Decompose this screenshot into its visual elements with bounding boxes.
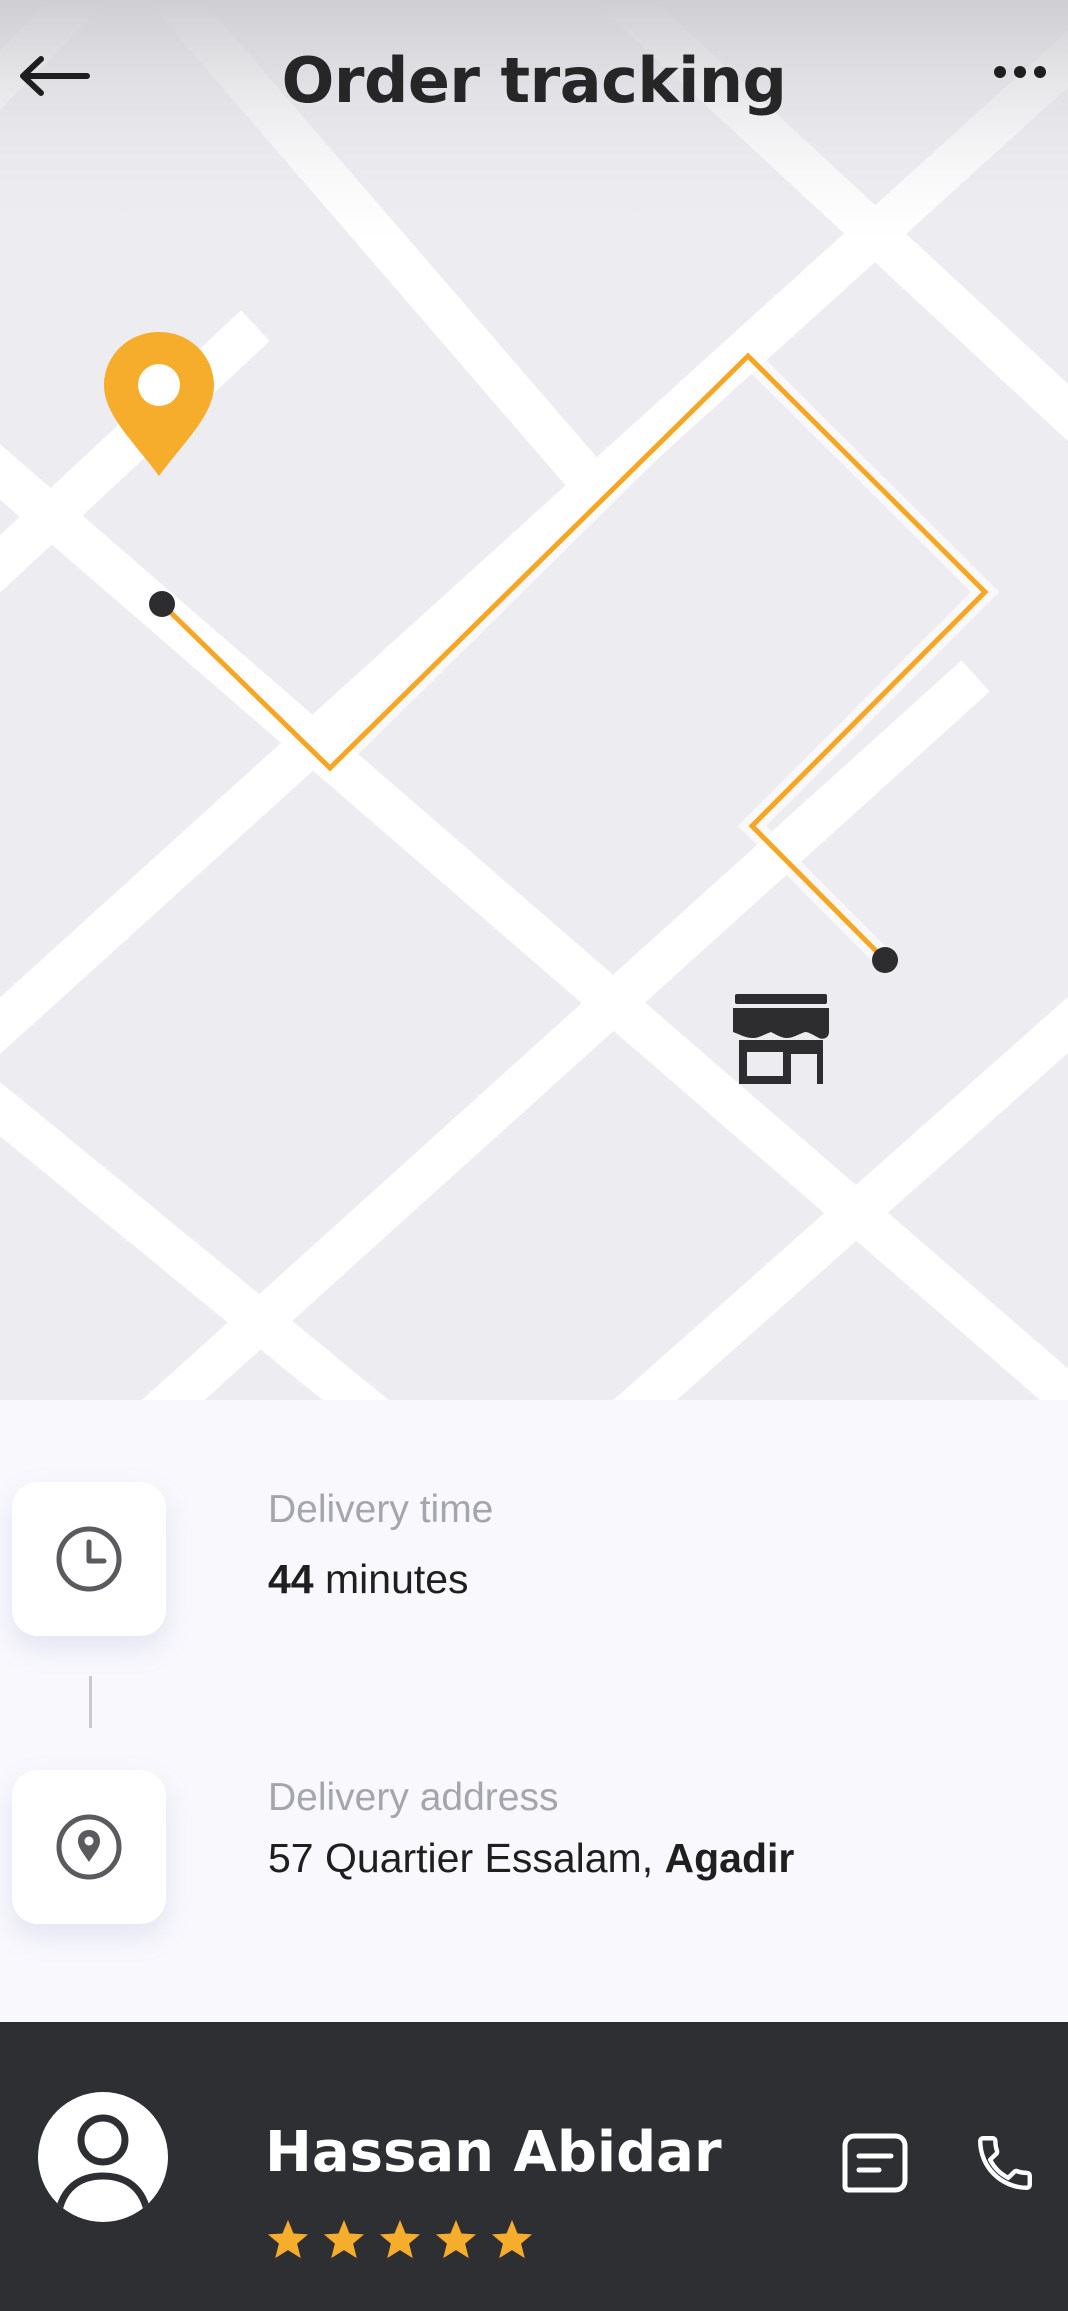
- delivery-time-number: 44: [268, 1556, 314, 1602]
- call-button[interactable]: [968, 2126, 1042, 2200]
- driver-rating: [266, 2218, 534, 2260]
- map-pin-icon: [56, 1814, 122, 1880]
- clock-icon: [56, 1526, 122, 1592]
- delivery-time-value: 44 minutes: [268, 1556, 469, 1603]
- delivery-time-card: [12, 1482, 166, 1636]
- map-canvas: [0, 0, 1068, 1400]
- driver-bar: Hassan Abidar: [0, 2022, 1068, 2311]
- delivery-address-card: [12, 1770, 166, 1924]
- more-options-button[interactable]: [980, 52, 1060, 92]
- delivery-time-unit: minutes: [313, 1556, 469, 1602]
- delivery-time-label: Delivery time: [268, 1488, 494, 1531]
- user-icon: [54, 2114, 152, 2217]
- delivery-info-panel: Delivery time 44 minutes Delivery addres…: [0, 1400, 1068, 2022]
- driver-name: Hassan Abidar: [265, 2120, 722, 2185]
- message-icon: [842, 2133, 908, 2193]
- delivery-address-city: Agadir: [664, 1835, 795, 1881]
- more-horizontal-icon: [994, 66, 1046, 78]
- timeline-connector: [89, 1676, 92, 1728]
- star-icon: [267, 2219, 309, 2259]
- star-icon: [491, 2219, 533, 2259]
- star-icon: [379, 2219, 421, 2259]
- delivery-address-street: 57 Quartier Essalam,: [268, 1835, 665, 1881]
- origin-dot: [872, 947, 898, 973]
- avatar[interactable]: [38, 2092, 168, 2222]
- chat-button[interactable]: [838, 2128, 912, 2202]
- app-header: Order tracking: [0, 0, 1068, 170]
- star-icon: [435, 2219, 477, 2259]
- delivery-address-label: Delivery address: [268, 1776, 559, 1819]
- page-title: Order tracking: [281, 44, 787, 117]
- phone-icon: [978, 2136, 1032, 2190]
- delivery-address-value: 57 Quartier Essalam, Agadir: [268, 1835, 794, 1882]
- destination-dot: [149, 591, 175, 617]
- star-icon: [323, 2219, 365, 2259]
- map-view[interactable]: [0, 0, 1068, 1400]
